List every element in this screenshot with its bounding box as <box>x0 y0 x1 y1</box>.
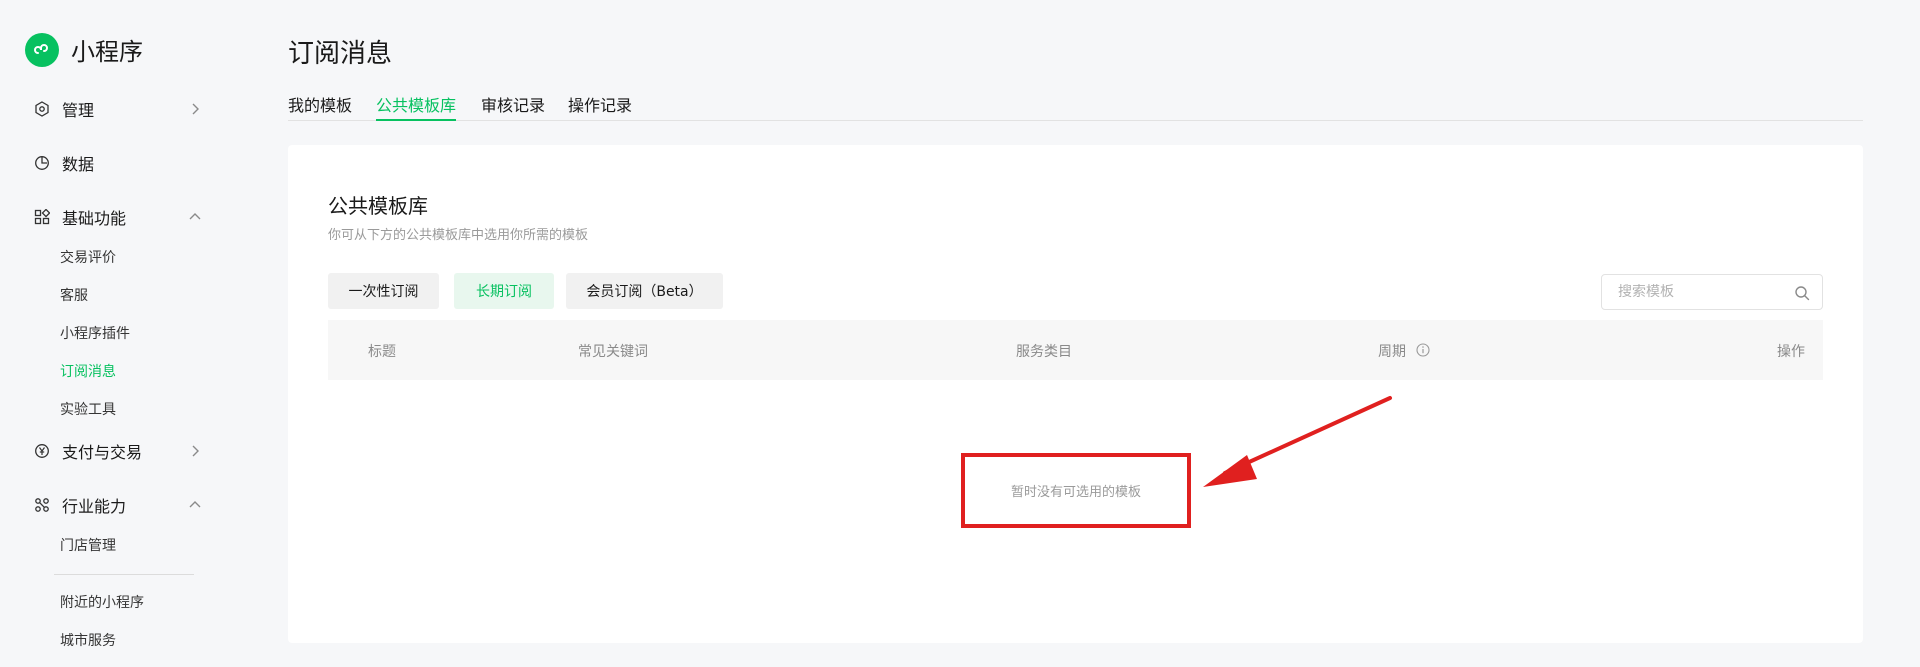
sidebar-item-label: 支付与交易 <box>62 443 143 462</box>
sidebar-item-data[interactable]: 数据 <box>33 148 203 178</box>
column-header-actions: 操作 <box>1777 344 1805 360</box>
sidebar-item-basic-features[interactable]: 基础功能 <box>33 202 203 232</box>
info-icon[interactable] <box>1416 343 1430 357</box>
template-library-card: 公共模板库 你可从下方的公共模板库中选用你所需的模板 一次性订阅 长期订阅 会员… <box>288 145 1863 643</box>
tab-bar: 我的模板 公共模板库 审核记录 操作记录 <box>288 92 1863 121</box>
sidebar-subitem-experiment-tools[interactable]: 实验工具 <box>60 400 116 420</box>
sidebar-subitem-subscription-messages[interactable]: 订阅消息 <box>60 362 116 382</box>
tab-review-records[interactable]: 审核记录 <box>481 92 545 120</box>
filter-member-subscription[interactable]: 会员订阅（Beta） <box>566 273 723 309</box>
column-header-keywords: 常见关键词 <box>578 344 648 360</box>
annotation-arrow-icon <box>1203 396 1392 487</box>
column-header-period: 周期 <box>1378 344 1406 360</box>
chevron-up-icon <box>189 501 201 508</box>
chevron-up-icon <box>189 213 201 220</box>
chevron-right-icon <box>192 103 199 115</box>
sidebar-subitem-city-services[interactable]: 城市服务 <box>60 631 116 651</box>
sidebar-subitem-nearby-mini-programs[interactable]: 附近的小程序 <box>60 593 144 613</box>
yen-icon <box>33 442 51 460</box>
column-header-title: 标题 <box>368 344 396 360</box>
page-title: 订阅消息 <box>288 39 393 69</box>
sidebar-subitem-customer-service[interactable]: 客服 <box>60 286 88 306</box>
sidebar-subitem-plugins[interactable]: 小程序插件 <box>60 324 130 344</box>
industry-nodes-icon <box>33 496 51 514</box>
tab-my-templates[interactable]: 我的模板 <box>288 92 352 120</box>
pie-chart-icon <box>33 154 51 172</box>
app-logo[interactable]: 小程序 <box>25 32 143 67</box>
empty-state-highlight: 暂时没有可选用的模板 <box>961 453 1191 528</box>
hexagon-settings-icon <box>33 100 51 118</box>
sidebar-item-management[interactable]: 管理 <box>33 94 203 124</box>
table-header: 标题 常见关键词 服务类目 周期 操作 <box>328 320 1823 380</box>
card-title: 公共模板库 <box>328 194 428 218</box>
search-box <box>1601 274 1823 310</box>
tab-operation-records[interactable]: 操作记录 <box>568 92 632 120</box>
search-input[interactable] <box>1618 284 1778 300</box>
app-name: 小程序 <box>71 38 143 66</box>
sidebar-item-label: 基础功能 <box>62 209 127 228</box>
sidebar-item-industry[interactable]: 行业能力 <box>33 490 203 520</box>
column-header-category: 服务类目 <box>1016 344 1072 360</box>
search-icon[interactable] <box>1794 285 1810 301</box>
sidebar-item-label: 管理 <box>62 101 95 120</box>
filter-long-term-subscription[interactable]: 长期订阅 <box>454 273 554 309</box>
tab-public-template-library[interactable]: 公共模板库 <box>376 92 457 121</box>
sidebar-item-payment[interactable]: 支付与交易 <box>33 436 203 466</box>
sidebar-divider <box>54 574 194 575</box>
card-description: 你可从下方的公共模板库中选用你所需的模板 <box>328 228 589 243</box>
filter-one-time-subscription[interactable]: 一次性订阅 <box>328 273 439 309</box>
sidebar-subitem-transaction-review[interactable]: 交易评价 <box>60 248 116 268</box>
mini-program-logo-icon <box>25 32 59 67</box>
sidebar-item-label: 行业能力 <box>62 497 127 516</box>
sidebar-item-label: 数据 <box>62 155 95 174</box>
chevron-right-icon <box>192 445 199 457</box>
empty-state-text: 暂时没有可选用的模板 <box>1010 485 1141 500</box>
grid-apps-icon <box>33 208 51 226</box>
sidebar: 小程序 管理 数据 基础功能 交易评价 客服 小程序插件 订阅消息 实验工具 支… <box>0 0 230 667</box>
sidebar-subitem-store-management[interactable]: 门店管理 <box>60 536 116 556</box>
